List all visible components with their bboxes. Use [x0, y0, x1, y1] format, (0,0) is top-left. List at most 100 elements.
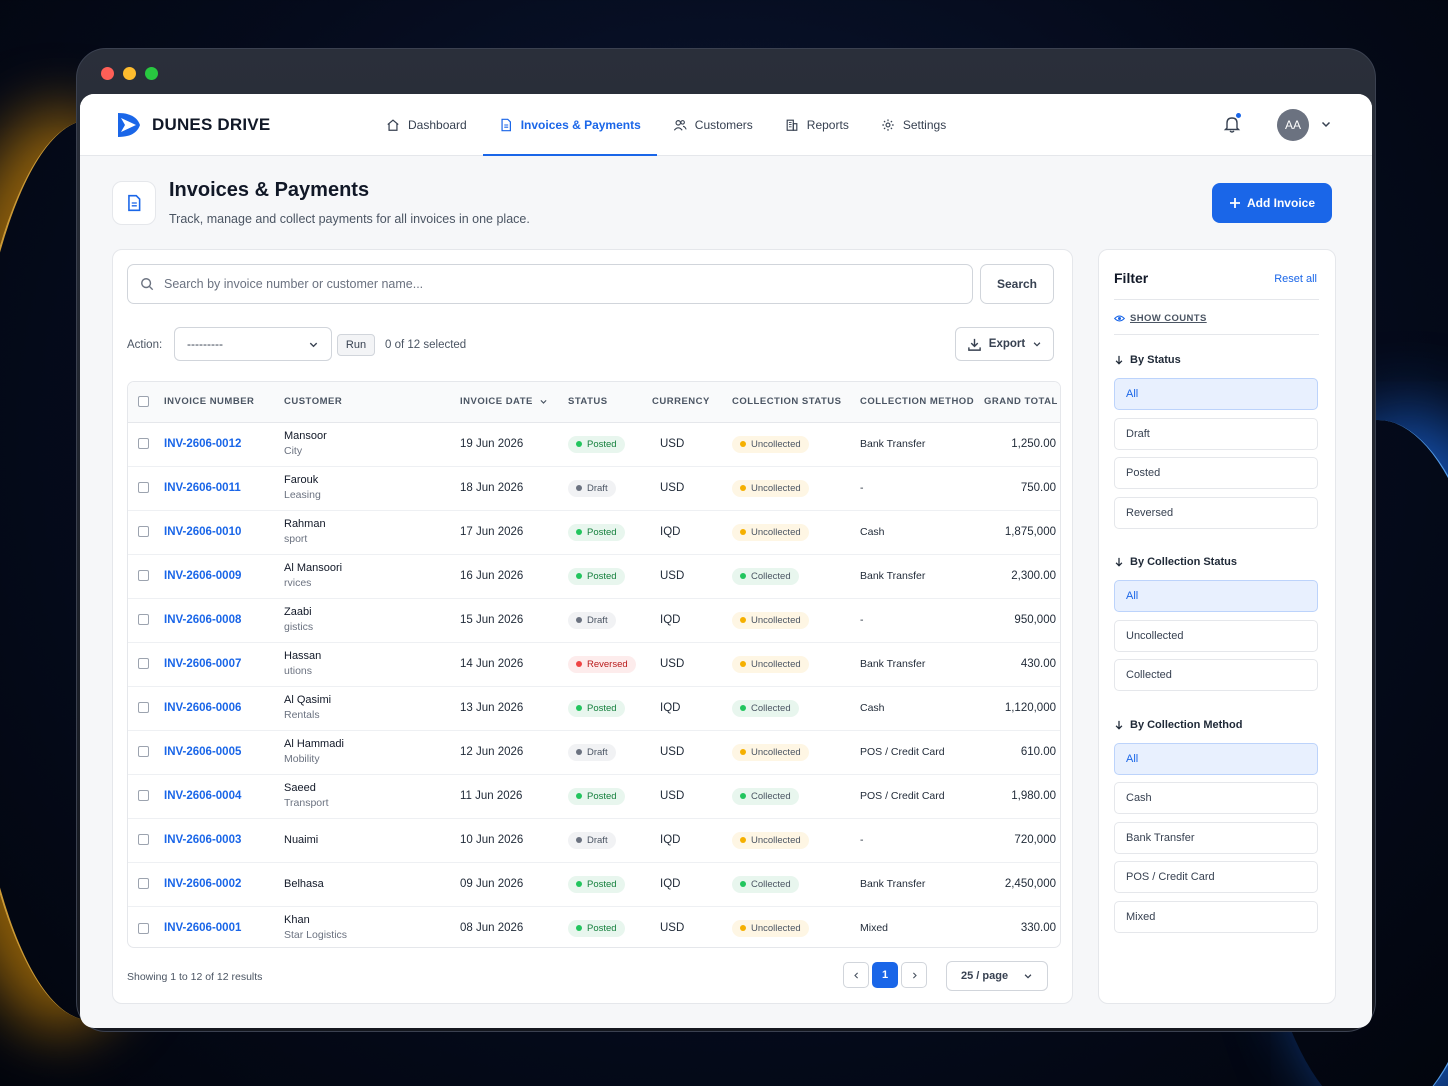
invoice-number-link[interactable]: INV-2606-0012 — [164, 438, 241, 450]
invoice-number-link[interactable]: INV-2606-0001 — [164, 922, 241, 934]
invoice-number-link[interactable]: INV-2606-0004 — [164, 790, 241, 802]
table-row[interactable]: INV-2606-0005 Al Hammadi Mobility 12 Jun 20… — [128, 730, 1060, 775]
column-header[interactable]: Collection Method — [854, 382, 978, 423]
filter-option[interactable]: Cash — [1114, 782, 1318, 814]
row-checkbox[interactable] — [137, 922, 149, 934]
invoice-date: 11 Jun 2026 — [454, 774, 562, 819]
filter-option[interactable]: Mixed — [1114, 900, 1318, 933]
nav-invoices-payments[interactable]: Invoices & Payments — [482, 94, 657, 156]
invoice-number-link[interactable]: INV-2606-0008 — [164, 614, 241, 626]
row-checkbox[interactable] — [137, 438, 149, 450]
row-checkbox[interactable] — [137, 878, 149, 890]
row-checkbox[interactable] — [137, 658, 149, 670]
table-row[interactable]: INV-2606-0002 Belhasa 09 Jun 2026 Posted IQD… — [128, 862, 1060, 907]
table-row[interactable]: INV-2606-0007 Hassan utions 14 Jun 2026 Reve… — [128, 642, 1060, 687]
currency: IQD — [646, 598, 726, 643]
collection-method: Bank Transfer — [854, 422, 978, 467]
column-header[interactable]: Grand Total — [978, 382, 1060, 423]
chevron-down-icon[interactable] — [1320, 118, 1332, 130]
invoice-number-link[interactable]: INV-2606-0010 — [164, 526, 241, 538]
table-row[interactable]: INV-2606-0001 Khan Star Logistics 08 Jun 20… — [128, 906, 1060, 947]
invoice-number-link[interactable]: INV-2606-0009 — [164, 570, 241, 582]
row-checkbox[interactable] — [137, 746, 149, 758]
row-checkbox[interactable] — [137, 526, 149, 538]
table-row[interactable]: INV-2606-0004 Saeed Transport 11 Jun 2026 Po… — [128, 774, 1060, 819]
filter-option[interactable]: Posted — [1114, 457, 1318, 489]
row-checkbox[interactable] — [137, 702, 149, 714]
table-row[interactable]: INV-2606-0011 Farouk Leasing 18 Jun 2026 Dra… — [128, 466, 1060, 511]
row-checkbox[interactable] — [137, 790, 149, 802]
select-all-checkbox[interactable] — [137, 396, 149, 408]
column-header[interactable]: Status — [562, 382, 646, 423]
nav-reports[interactable]: Reports — [769, 94, 865, 156]
invoice-date: 09 Jun 2026 — [454, 862, 562, 907]
filter-option[interactable]: Draft — [1114, 417, 1318, 450]
add-invoice-button[interactable]: Add Invoice — [1212, 183, 1332, 223]
column-header[interactable]: Customer — [278, 382, 454, 423]
row-checkbox[interactable] — [137, 834, 149, 846]
maximize-window-button[interactable] — [145, 67, 158, 80]
next-page-button[interactable] — [901, 962, 927, 988]
column-header[interactable]: Invoice Number — [158, 382, 278, 423]
table-row[interactable]: INV-2606-0009 Al Mansoori rvices 16 Jun 202… — [128, 554, 1060, 599]
close-window-button[interactable] — [101, 67, 114, 80]
brand-logo[interactable]: DUNES DRIVE — [114, 110, 270, 140]
plus-icon — [1229, 198, 1240, 208]
filter-group-title[interactable]: By Status — [1114, 354, 1181, 366]
filter-option[interactable]: All — [1114, 580, 1318, 612]
invoice-number-link[interactable]: INV-2606-0006 — [164, 702, 241, 714]
table-row[interactable]: INV-2606-0008 Zaabi gistics 15 Jun 2026 Draf… — [128, 598, 1060, 643]
table-row[interactable]: INV-2606-0012 Mansoor City 19 Jun 2026 Poste… — [128, 422, 1060, 467]
column-header[interactable]: Collection Status — [726, 382, 854, 423]
table-row[interactable]: INV-2606-0003 Nuaimi 10 Jun 2026 Draft IQD Un… — [128, 818, 1060, 863]
filter-option[interactable]: Reversed — [1114, 496, 1318, 529]
invoice-number-link[interactable]: INV-2606-0011 — [164, 482, 241, 494]
column-header-sortable[interactable]: Invoice Date — [454, 382, 562, 423]
per-page-select[interactable]: 25 / page — [946, 961, 1048, 991]
search-button[interactable]: Search — [980, 264, 1054, 304]
status-badge: Posted — [568, 567, 625, 585]
filter-group-title[interactable]: By Collection Method — [1114, 719, 1242, 731]
status-badge: Posted — [568, 699, 625, 717]
invoice-date: 16 Jun 2026 — [454, 554, 562, 599]
filter-group-title[interactable]: By Collection Status — [1114, 556, 1237, 568]
minimize-window-button[interactable] — [123, 67, 136, 80]
filter-option[interactable]: Uncollected — [1114, 619, 1318, 652]
reset-all-link[interactable]: Reset all — [1274, 273, 1317, 285]
action-select[interactable]: --------- — [174, 327, 332, 361]
run-button[interactable]: Run — [337, 334, 375, 356]
table-row[interactable]: INV-2606-0010 Rahman sport 17 Jun 2026 Poste… — [128, 510, 1060, 555]
row-checkbox[interactable] — [137, 482, 149, 494]
filter-option[interactable]: All — [1114, 742, 1318, 775]
avatar[interactable]: AA — [1277, 109, 1309, 141]
filter-option[interactable]: Bank Transfer — [1114, 821, 1318, 854]
invoice-number-link[interactable]: INV-2606-0002 — [164, 878, 241, 890]
notifications-button[interactable] — [1222, 112, 1242, 134]
column-header[interactable]: Currency — [646, 382, 726, 423]
search-field — [127, 264, 973, 304]
nav-settings[interactable]: Settings — [865, 94, 962, 156]
search-input[interactable] — [164, 277, 944, 291]
row-checkbox[interactable] — [137, 570, 149, 582]
filter-option[interactable]: POS / Credit Card — [1114, 861, 1318, 893]
grand-total: 2,300.00 — [978, 554, 1060, 599]
customer-name: Nuaimi — [284, 833, 319, 846]
table-row[interactable]: INV-2606-0006 Al Qasimi Rentals 13 Jun 2026… — [128, 686, 1060, 731]
page-button-1[interactable]: 1 — [872, 962, 898, 988]
nav-customers[interactable]: Customers — [657, 94, 769, 156]
filter-option[interactable]: Collected — [1114, 659, 1318, 691]
status-dot — [576, 529, 582, 535]
export-button[interactable]: Export — [955, 327, 1054, 361]
customer-name: Saeed — [284, 782, 316, 794]
row-checkbox[interactable] — [137, 614, 149, 626]
invoice-number-link[interactable]: INV-2606-0007 — [164, 658, 241, 670]
invoice-date: 14 Jun 2026 — [454, 642, 562, 687]
nav-dashboard[interactable]: Dashboard — [370, 94, 483, 156]
filter-option[interactable]: All — [1114, 378, 1318, 410]
show-counts-toggle[interactable]: SHOW COUNTS — [1114, 313, 1207, 324]
invoice-number-link[interactable]: INV-2606-0003 — [164, 834, 241, 846]
prev-page-button[interactable] — [843, 962, 869, 988]
invoice-number-link[interactable]: INV-2606-0005 — [164, 746, 241, 758]
grand-total: 950,000 — [978, 598, 1060, 643]
filter-title: Filter — [1114, 270, 1149, 286]
